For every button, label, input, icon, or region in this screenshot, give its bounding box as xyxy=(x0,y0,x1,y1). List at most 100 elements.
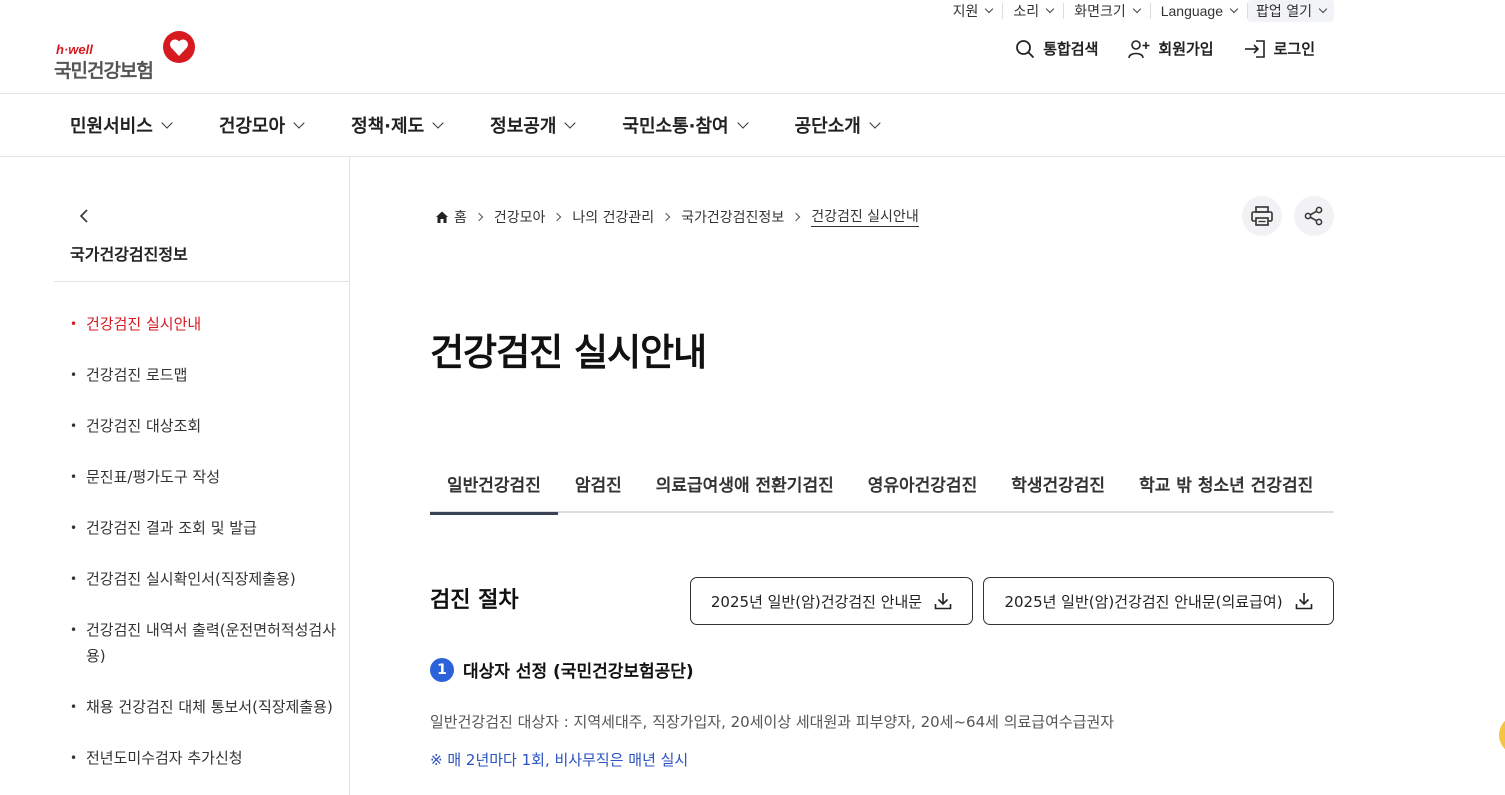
download-guide-button[interactable]: 2025년 일반(암)건강검진 안내문 xyxy=(690,577,973,625)
sidebar-item-confirmation[interactable]: 건강검진 실시확인서(직장제출용) xyxy=(70,566,340,592)
sidebar-item-checkup-guide[interactable]: 건강검진 실시안내 xyxy=(70,311,340,337)
nav-divider xyxy=(0,156,1505,157)
sidebar-title: 국가건강검진정보 xyxy=(70,245,188,264)
back-arrow-icon[interactable] xyxy=(76,207,94,225)
tab-general[interactable]: 일반건강검진 xyxy=(430,462,558,515)
tab-student[interactable]: 학생건강검진 xyxy=(994,462,1122,513)
sidebar-divider xyxy=(349,157,350,795)
gnb-item-communication[interactable]: 국민소통·참여 xyxy=(622,112,749,138)
gnb-item-about[interactable]: 공단소개 xyxy=(794,112,881,138)
site-logo[interactable]: h·well 국민건강보험 xyxy=(54,30,199,82)
support-menu[interactable]: 지원 xyxy=(943,3,1004,20)
support-label: 지원 xyxy=(952,4,979,20)
chevron-down-icon xyxy=(1045,4,1055,14)
search-label: 통합검색 xyxy=(1043,40,1099,58)
floating-chat-button[interactable] xyxy=(1499,715,1505,755)
checkup-tabs: 일반건강검진 암검진 의료급여생애 전환기검진 영유아건강검진 학생건강검진 학… xyxy=(430,462,1334,515)
home-icon xyxy=(436,211,448,223)
login-button[interactable]: 로그인 xyxy=(1244,38,1315,59)
utility-bar: 지원 소리 화면크기 Language 팝업 열기 xyxy=(943,0,1334,22)
chevron-down-icon xyxy=(1318,4,1328,14)
print-icon xyxy=(1251,206,1273,226)
section-title: 검진 절차 xyxy=(430,588,519,613)
screen-size-menu[interactable]: 화면크기 xyxy=(1064,3,1151,20)
sidebar-item-results[interactable]: 건강검진 결과 조회 및 발급 xyxy=(70,515,340,541)
step-title: 대상자 선정 (국민건강보험공단) xyxy=(463,662,694,682)
tab-infant[interactable]: 영유아건강검진 xyxy=(851,462,994,513)
download-guide-label: 2025년 일반(암)건강검진 안내문 xyxy=(710,592,923,611)
share-icon xyxy=(1304,206,1323,226)
sidebar-item-additional-request[interactable]: 전년도미수검자 추가신청 xyxy=(70,745,340,771)
gnb-item-civil-service[interactable]: 민원서비스 xyxy=(70,112,173,138)
language-menu[interactable]: Language xyxy=(1151,3,1249,19)
gnb-item-policy[interactable]: 정책·제도 xyxy=(351,112,444,138)
share-button[interactable] xyxy=(1294,196,1334,236)
step-heading: 1 대상자 선정 (국민건강보험공단) xyxy=(430,657,694,682)
chevron-right-icon xyxy=(661,212,671,221)
tab-out-of-school-youth[interactable]: 학교 밖 청소년 건강검진 xyxy=(1122,462,1330,513)
page-title: 건강검진 실시안내 xyxy=(430,331,707,374)
header-actions: 통합검색 회원가입 로그인 xyxy=(1015,38,1315,59)
gnb-label: 민원서비스 xyxy=(70,116,153,137)
chevron-down-icon xyxy=(564,117,577,129)
frequency-note: ※ 매 2년마다 1회, 비사무직은 매년 실시 xyxy=(430,751,689,769)
gnb-label: 정보공개 xyxy=(490,116,557,137)
chevron-down-icon xyxy=(1132,4,1141,14)
popup-label: 팝업 열기 xyxy=(1256,4,1312,20)
gnb-label: 국민소통·참여 xyxy=(622,116,729,137)
step-number-badge: 1 xyxy=(430,657,454,682)
gnb-item-health[interactable]: 건강모아 xyxy=(218,112,305,138)
breadcrumb-item[interactable]: 국가건강검진정보 xyxy=(681,207,784,227)
download-medical-aid-guide-button[interactable]: 2025년 일반(암)건강검진 안내문(의료급여) xyxy=(983,577,1334,625)
chevron-right-icon xyxy=(553,212,562,221)
join-label: 회원가입 xyxy=(1158,40,1214,58)
gnb-item-disclosure[interactable]: 정보공개 xyxy=(490,112,577,138)
header-divider xyxy=(0,93,1505,94)
chevron-down-icon xyxy=(432,117,444,129)
chevron-right-icon xyxy=(474,212,484,221)
breadcrumb: 홈 건강모아 나의 건강관리 국가건강검진정보 건강검진 실시안내 xyxy=(435,206,919,227)
language-label: Language xyxy=(1160,3,1224,19)
chevron-down-icon xyxy=(1229,4,1239,14)
download-icon xyxy=(1295,593,1312,610)
heart-logo-icon xyxy=(163,31,195,63)
logo-name: 국민건강보험 xyxy=(54,60,154,82)
gnb-label: 정책·제도 xyxy=(351,116,425,137)
eligibility-description: 일반건강검진 대상자 : 지역세대주, 직장가입자, 20세이상 세대원과 피부… xyxy=(430,713,1115,731)
join-button[interactable]: 회원가입 xyxy=(1128,38,1214,59)
login-label: 로그인 xyxy=(1273,40,1315,58)
main-navigation: 민원서비스 건강모아 정책·제도 정보공개 국민소통·참여 공단소개 xyxy=(70,112,927,138)
sidebar-item-questionnaire[interactable]: 문진표/평가도구 작성 xyxy=(70,464,340,490)
breadcrumb-item[interactable]: 건강모아 xyxy=(494,207,546,227)
breadcrumb-current: 건강검진 실시안내 xyxy=(811,206,919,227)
sidebar-item-eligibility[interactable]: 건강검진 대상조회 xyxy=(70,413,340,439)
download-medical-aid-label: 2025년 일반(암)건강검진 안내문(의료급여) xyxy=(1004,592,1283,611)
logo-tagline: h·well xyxy=(56,42,93,57)
download-icon xyxy=(934,593,952,610)
chevron-down-icon xyxy=(161,117,173,129)
chevron-right-icon xyxy=(791,212,801,221)
chevron-down-icon xyxy=(736,117,749,129)
search-icon xyxy=(1016,39,1035,58)
sound-menu[interactable]: 소리 xyxy=(1003,3,1065,20)
chevron-down-icon xyxy=(985,4,994,14)
gnb-label: 건강모아 xyxy=(218,116,286,137)
print-button[interactable] xyxy=(1242,196,1282,236)
sidebar-item-roadmap[interactable]: 건강검진 로드맵 xyxy=(70,362,340,388)
gnb-label: 공단소개 xyxy=(794,116,861,137)
search-button[interactable]: 통합검색 xyxy=(1015,38,1098,59)
chevron-down-icon xyxy=(293,117,305,129)
breadcrumb-item[interactable]: 나의 건강관리 xyxy=(572,207,654,227)
breadcrumb-home[interactable]: 홈 xyxy=(435,207,467,227)
tab-cancer[interactable]: 암검진 xyxy=(558,462,639,513)
user-plus-icon xyxy=(1128,39,1150,58)
breadcrumb-home-label: 홈 xyxy=(454,209,467,226)
tab-medical-aid-transition[interactable]: 의료급여생애 전환기검진 xyxy=(639,462,851,513)
sidebar-menu: 건강검진 실시안내 건강검진 로드맵 건강검진 대상조회 문진표/평가도구 작성… xyxy=(70,311,340,795)
chevron-down-icon xyxy=(869,117,881,129)
sidebar-item-license-record[interactable]: 건강검진 내역서 출력(운전면허적성검사용) xyxy=(70,617,340,669)
popup-open-button[interactable]: 팝업 열기 xyxy=(1248,0,1334,22)
screen-size-label: 화면크기 xyxy=(1074,4,1126,20)
sidebar-item-employment-notice[interactable]: 채용 건강검진 대체 통보서(직장제출용) xyxy=(70,694,340,720)
sound-label: 소리 xyxy=(1013,4,1040,20)
